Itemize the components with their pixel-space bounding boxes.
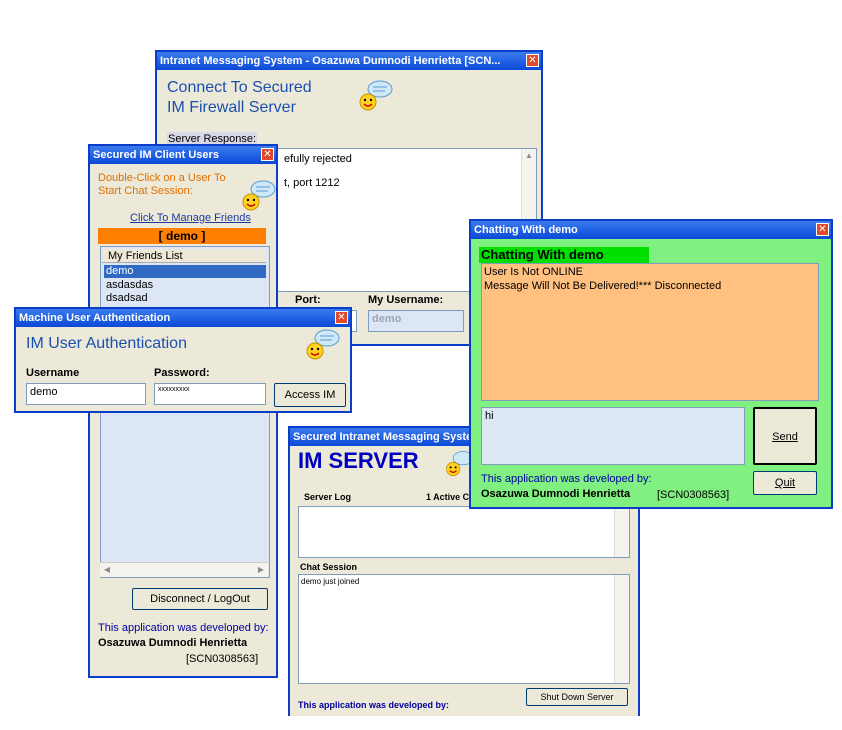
password-label: Password: [154, 367, 210, 379]
dev-name: Osazuwa Dumnodi Henrietta [481, 488, 631, 500]
list-hscrollbar[interactable]: ◀ ▶ [100, 562, 268, 577]
dev-label: This application was developed by: [98, 622, 269, 634]
close-icon[interactable]: ✕ [526, 54, 539, 67]
chat-session-text: demo just joined [301, 577, 360, 586]
access-im-button[interactable]: Access IM [274, 383, 346, 407]
title-bar[interactable]: Intranet Messaging System - Osazuwa Dumn… [157, 52, 541, 70]
smiley-chat-icon [242, 180, 276, 211]
instruction-line-2: Start Chat Session: [98, 185, 193, 197]
username-input[interactable]: demo [26, 383, 146, 405]
chat-message-input[interactable]: hi [481, 407, 745, 465]
server-log-scrollbar[interactable] [614, 507, 629, 557]
disconnect-logout-button[interactable]: Disconnect / LogOut [132, 588, 268, 610]
im-server-heading: IM SERVER [298, 448, 419, 473]
friends-list-header[interactable]: My Friends List [102, 249, 266, 263]
chat-heading: Chatting With demo [479, 247, 649, 263]
chat-session-box: demo just joined [298, 574, 630, 684]
heading-line-2: IM Firewall Server [167, 99, 296, 116]
current-user-bar: [ demo ] [98, 228, 266, 244]
window-title: Machine User Authentication [19, 312, 171, 324]
message-line-1: User Is Not ONLINE [484, 266, 584, 278]
scroll-right-icon[interactable]: ▶ [254, 563, 268, 577]
my-username-field[interactable]: demo [368, 310, 464, 332]
window-title: Secured IM Client Users [93, 149, 219, 161]
close-icon[interactable]: ✕ [335, 311, 348, 324]
quit-button-label: Quit [774, 477, 796, 489]
title-bar[interactable]: Chatting With demo ✕ [471, 221, 831, 239]
response-line-2: t, port 1212 [284, 177, 340, 189]
smiley-chat-icon [359, 80, 393, 111]
message-line-2: Message Will Not Be Delivered!*** Discon… [484, 280, 722, 292]
close-icon[interactable]: ✕ [261, 148, 274, 161]
username-label: Username [26, 367, 80, 379]
shut-down-server-button[interactable]: Shut Down Server [526, 688, 628, 706]
close-icon[interactable]: ✕ [816, 223, 829, 236]
instruction-line-1: Double-Click on a User To [98, 172, 226, 184]
heading-line-1: Connect To Secured [167, 79, 312, 96]
auth-window: Machine User Authentication ✕ IM User Au… [14, 307, 352, 413]
password-input[interactable]: xxxxxxxxx [154, 383, 266, 405]
my-username-label: My Username: [368, 294, 444, 306]
auth-heading: IM User Authentication [26, 335, 187, 352]
smiley-chat-icon [306, 329, 340, 360]
title-bar[interactable]: Secured IM Client Users ✕ [90, 146, 276, 164]
scroll-left-icon[interactable]: ◀ [100, 563, 114, 577]
send-button-label: Send [772, 431, 798, 443]
friend-item[interactable]: asdasdas [106, 279, 153, 292]
response-line-1: efully rejected [284, 153, 352, 165]
instruction-text: Double-Click on a User To Start Chat Ses… [98, 172, 226, 198]
friend-item[interactable]: dsadsad [106, 292, 148, 305]
quit-button[interactable]: Quit [753, 471, 817, 495]
title-bar[interactable]: Machine User Authentication ✕ [16, 309, 350, 327]
window-title: Intranet Messaging System - Osazuwa Dumn… [160, 55, 501, 67]
dev-id: [SCN0308563] [186, 653, 259, 665]
dev-name: Osazuwa Dumnodi Henrietta [98, 637, 248, 649]
dev-label: This application was developed by: [298, 700, 450, 710]
chat-window: Chatting With demo ✕ Chatting With demo … [469, 219, 833, 509]
window-title: Chatting With demo [474, 224, 578, 236]
send-button[interactable]: Send [753, 407, 817, 465]
server-log-box [298, 506, 630, 558]
dev-label: This application was developed by: [481, 473, 652, 485]
dev-id: [SCN0308563] [657, 489, 730, 501]
chat-session-label: Chat Session [300, 562, 358, 572]
manage-friends-link[interactable]: Click To Manage Friends [130, 212, 251, 224]
active-connections-label: 1 Active Co [426, 492, 475, 502]
server-log-label: Server Log [304, 492, 352, 502]
chat-messages-box: User Is Not ONLINE Message Will Not Be D… [481, 263, 819, 401]
connect-heading: Connect To Secured IM Firewall Server [167, 78, 312, 118]
port-label: Port: [295, 294, 321, 306]
friend-item-selected[interactable]: demo [104, 265, 266, 278]
scroll-up-icon[interactable]: ▲ [522, 149, 536, 163]
chat-session-scrollbar[interactable] [614, 575, 629, 683]
